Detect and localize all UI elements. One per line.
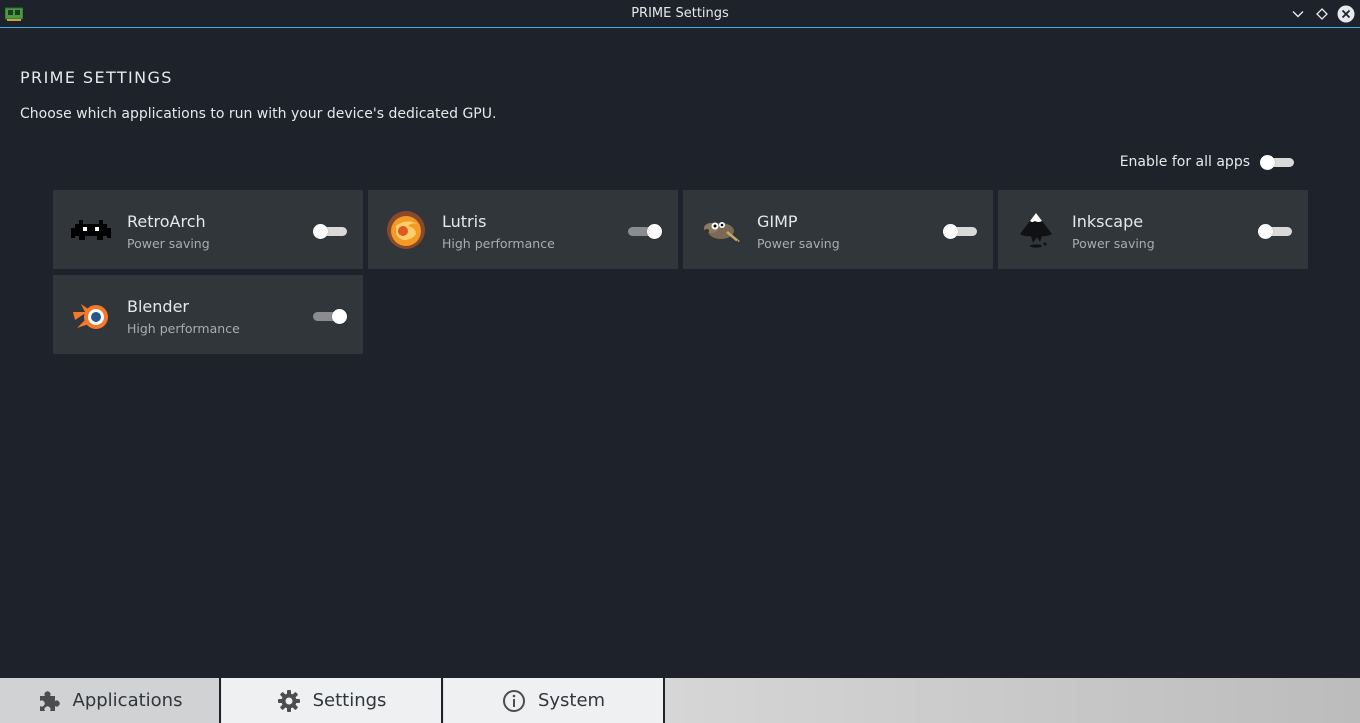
gear-icon	[277, 689, 301, 713]
inkscape-icon	[1016, 210, 1056, 250]
puzzle-icon	[37, 689, 61, 713]
app-mode: High performance	[442, 236, 555, 251]
app-gpu-toggle[interactable]	[628, 221, 662, 241]
page-description: Choose which applications to run with yo…	[20, 106, 497, 122]
info-icon	[502, 689, 526, 713]
app-name: Blender	[127, 297, 189, 316]
lutris-icon	[386, 210, 426, 250]
toggle-knob	[1260, 155, 1275, 170]
tab-label: Settings	[312, 690, 387, 711]
tab-label: Applications	[72, 690, 183, 711]
close-button[interactable]	[1337, 5, 1355, 23]
enable-all-label: Enable for all apps	[1119, 154, 1250, 170]
app-name: Lutris	[442, 212, 487, 231]
app-card-gimp: GIMP Power saving	[683, 190, 993, 269]
app-card-inkscape: Inkscape Power saving	[998, 190, 1308, 269]
app-mode: Power saving	[127, 236, 210, 251]
app-card-blender: Blender High performance	[53, 275, 363, 354]
app-gpu-toggle[interactable]	[1258, 221, 1292, 241]
diamond-icon	[1316, 8, 1328, 20]
app-name: Inkscape	[1072, 212, 1144, 231]
maximize-button[interactable]	[1313, 5, 1331, 23]
app-name: RetroArch	[127, 212, 206, 231]
app-gpu-toggle[interactable]	[313, 221, 347, 241]
toggle-knob	[332, 309, 347, 324]
chevron-down-icon	[1292, 11, 1304, 18]
toggle-knob	[647, 224, 662, 239]
app-mode: Power saving	[757, 236, 840, 251]
minimize-button[interactable]	[1289, 5, 1307, 23]
app-gpu-toggle[interactable]	[313, 306, 347, 326]
app-gpu-toggle[interactable]	[943, 221, 977, 241]
tab-system[interactable]: System	[444, 678, 665, 723]
tab-applications[interactable]: Applications	[0, 678, 221, 723]
toggle-knob	[943, 224, 958, 239]
enable-all-toggle[interactable]	[1260, 152, 1294, 172]
toggle-knob	[313, 224, 328, 239]
close-icon	[1337, 5, 1355, 23]
window-titlebar: PRIME Settings	[0, 0, 1360, 28]
toggle-knob	[1258, 224, 1273, 239]
app-card-retroarch: RetroArch Power saving	[53, 190, 363, 269]
retroarch-icon	[71, 210, 111, 250]
enable-all-row: Enable for all apps	[1120, 152, 1294, 172]
tab-label: System	[537, 690, 606, 711]
blender-icon	[71, 295, 111, 335]
app-mode: Power saving	[1072, 236, 1155, 251]
tab-settings[interactable]: Settings	[222, 678, 443, 723]
app-name: GIMP	[757, 212, 798, 231]
window-title: PRIME Settings	[631, 6, 729, 21]
gimp-icon	[701, 210, 741, 250]
app-mode: High performance	[127, 321, 240, 336]
page-title: PRIME SETTINGS	[20, 68, 173, 87]
app-card-lutris: Lutris High performance	[368, 190, 678, 269]
bottom-tab-bar: Applications Settings System	[0, 678, 1360, 723]
